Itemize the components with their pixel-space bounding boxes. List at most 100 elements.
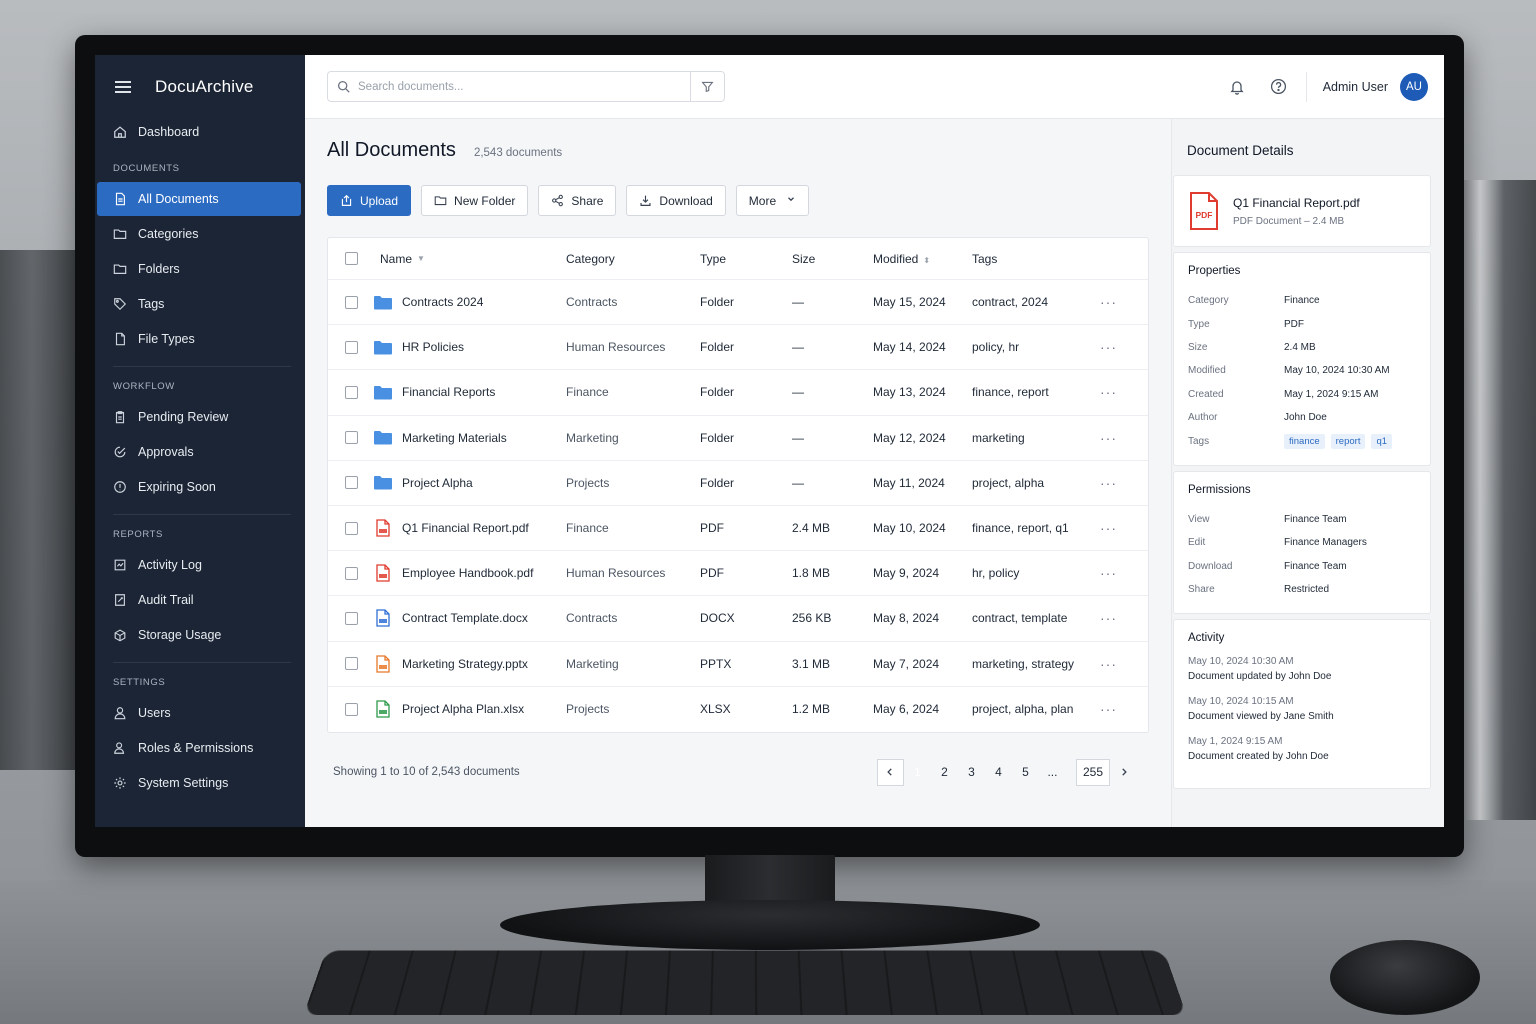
row-name[interactable]: Project Alpha Plan.xlsx [402,702,524,716]
avatar[interactable]: AU [1400,72,1428,101]
details-panel: Document Details PDF Q1 Financial Report… [1171,119,1444,827]
sidebar-item-audit-trail[interactable]: Audit Trail [97,583,301,617]
row-name[interactable]: Contract Template.docx [402,611,528,625]
bell-icon[interactable] [1226,76,1248,98]
new-folder-button[interactable]: New Folder [421,185,529,216]
page-button-1[interactable]: 1 [904,759,931,786]
more-options-icon[interactable]: ··· [1100,520,1130,536]
sidebar-item-roles-permissions[interactable]: Roles & Permissions [97,731,301,765]
user-name[interactable]: Admin User [1323,80,1388,94]
sidebar-item-pending-review[interactable]: Pending Review [97,400,301,434]
row-checkbox[interactable] [344,702,358,716]
row-tags: project, alpha [972,475,1045,490]
sidebar-item-categories[interactable]: Categories [97,217,301,251]
select-all-checkbox[interactable] [344,252,358,265]
table-row[interactable]: Employee Handbook.pdf Human Resources PDF 1… [328,551,1148,597]
more-options-icon[interactable]: ··· [1100,701,1130,717]
table-row[interactable]: Financial Reports Finance Folder — May 13, 2… [328,370,1148,416]
sidebar-item-label: Categories [138,227,199,241]
table-row[interactable]: Contracts 2024 Contracts Folder — May 15, 20… [328,280,1148,326]
tag-chip[interactable]: finance [1284,433,1325,449]
body-row: All Documents 2,543 documents Upload New… [305,119,1444,827]
column-header-size[interactable]: Size [792,252,873,266]
row-checkbox[interactable] [344,431,358,445]
table-row[interactable]: Contract Template.docx Contracts DOCX 256 K… [328,596,1148,642]
prev-page-button[interactable] [876,758,904,786]
sidebar-item-approvals[interactable]: Approvals [97,435,301,469]
folder-icon [374,293,392,311]
table-row[interactable]: Project Alpha Projects Folder — May 11, 2024… [328,461,1148,506]
row-name[interactable]: HR Policies [402,340,464,354]
table-row[interactable]: Marketing Materials Marketing Folder — May 1… [328,416,1148,461]
page-button-2[interactable]: 2 [931,759,958,786]
page-button-5[interactable]: 5 [1012,759,1039,786]
row-name[interactable]: Marketing Materials [402,431,507,445]
more-options-icon[interactable]: ··· [1100,294,1130,310]
upload-button[interactable]: Upload [327,185,412,216]
row-name[interactable]: Project Alpha [402,476,473,490]
search-input[interactable] [358,80,690,93]
row-checkbox[interactable] [344,566,358,580]
sidebar-item-activity-log[interactable]: Activity Log [97,548,301,582]
hamburger-menu-icon[interactable] [115,81,131,93]
share-button[interactable]: Share [538,185,617,216]
column-header-modified[interactable]: Modified ⬍ [873,252,972,266]
sidebar-item-tags[interactable]: Tags [97,287,301,321]
sidebar-item-file-types[interactable]: File Types [97,322,301,356]
sidebar-item-label: Expiring Soon [138,480,216,494]
more-options-icon[interactable]: ··· [1100,475,1130,491]
sidebar-item-expiring-soon[interactable]: Expiring Soon [97,470,301,504]
row-checkbox[interactable] [344,295,358,309]
sidebar-divider [113,662,291,663]
table-row[interactable]: Marketing Strategy.pptx Marketing PPTX 3.1 … [328,642,1148,687]
pagination-ellipsis: ... [1047,765,1058,780]
sidebar-item-label: Users [138,706,171,720]
page-button-last[interactable]: 255 [1075,758,1110,786]
help-icon[interactable] [1268,76,1290,98]
table-row[interactable]: HR Policies Human Resources Folder — May 14,… [328,325,1148,371]
more-options-icon[interactable]: ··· [1100,430,1130,446]
row-category: Human Resources [566,340,666,355]
more-options-icon[interactable]: ··· [1100,339,1130,355]
page-button-4[interactable]: 4 [985,759,1012,786]
row-checkbox[interactable] [344,657,358,671]
row-checkbox[interactable] [344,476,358,490]
sidebar-item-system-settings[interactable]: System Settings [97,766,301,800]
filter-icon[interactable] [690,72,724,101]
row-name[interactable]: Marketing Strategy.pptx [402,657,528,671]
column-header-type[interactable]: Type [700,252,792,266]
row-checkbox[interactable] [344,385,358,399]
more-options-icon[interactable]: ··· [1100,610,1130,626]
sidebar-item-folders[interactable]: Folders [97,252,301,286]
row-checkbox[interactable] [344,340,358,354]
download-button[interactable]: Download [626,185,726,216]
more-options-icon[interactable]: ··· [1100,656,1130,672]
row-checkbox[interactable] [344,521,358,535]
share-icon [551,194,564,207]
sidebar-item-storage-usage[interactable]: Storage Usage [97,618,301,652]
more-options-icon[interactable]: ··· [1100,565,1130,581]
more-button[interactable]: More [735,185,810,216]
page-button-3[interactable]: 3 [958,759,985,786]
page-title: All Documents [327,139,456,161]
sidebar-item-users[interactable]: Users [97,696,301,730]
row-name[interactable]: Q1 Financial Report.pdf [402,521,529,535]
property-value: Finance Team [1284,513,1347,525]
next-page-button[interactable] [1110,759,1137,786]
more-options-icon[interactable]: ··· [1100,384,1130,400]
table-row[interactable]: Project Alpha Plan.xlsx Projects XLSX 1.2 M… [328,687,1148,732]
sidebar-item-all-documents[interactable]: All Documents [97,182,301,216]
brand: DocuArchive [95,71,305,103]
row-tags: marketing [972,430,1025,445]
row-name[interactable]: Employee Handbook.pdf [402,566,533,580]
row-name[interactable]: Contracts 2024 [402,295,483,309]
column-header-name[interactable]: Name ▼ [374,252,566,266]
sidebar-item-dashboard[interactable]: Dashboard [97,115,301,149]
table-row[interactable]: Q1 Financial Report.pdf Finance PDF 2.4 MB M… [328,506,1148,552]
column-header-tags[interactable]: Tags [972,252,1100,266]
row-checkbox[interactable] [344,611,358,625]
tag-chip[interactable]: report [1330,433,1366,449]
tag-chip[interactable]: q1 [1371,433,1393,449]
row-name[interactable]: Financial Reports [402,385,495,399]
column-header-category[interactable]: Category [566,252,700,266]
